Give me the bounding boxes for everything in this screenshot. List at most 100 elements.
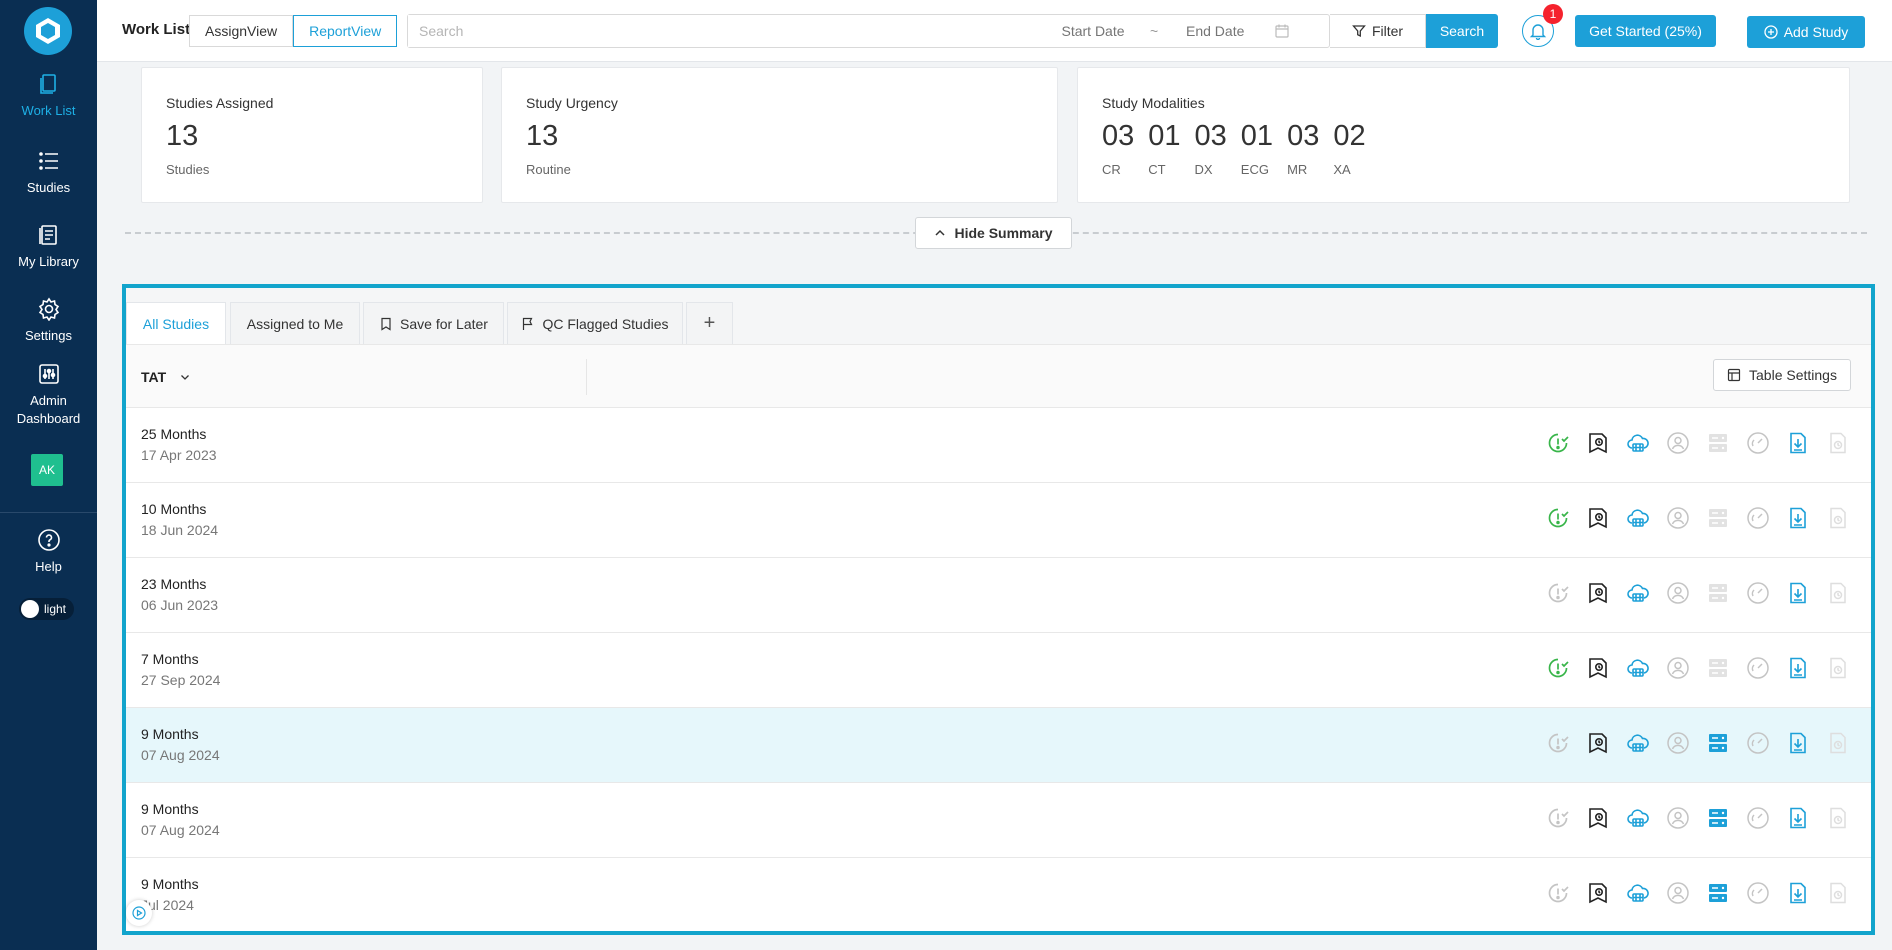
tab-qc-flagged[interactable]: QC Flagged Studies — [507, 302, 683, 344]
sidebar-item-library[interactable]: My Library — [0, 223, 97, 271]
server-icon[interactable] — [1706, 806, 1730, 830]
table-row[interactable]: 10 Months 18 Jun 2024 — [126, 483, 1871, 558]
sidebar-item-help[interactable]: Help — [0, 528, 97, 576]
sidebar-item-studies[interactable]: Studies — [0, 149, 97, 197]
table-row[interactable]: 23 Months 06 Jun 2023 — [126, 558, 1871, 633]
tat-value: 10 Months — [141, 501, 207, 517]
document-icon[interactable] — [1826, 506, 1850, 530]
table-row[interactable]: 25 Months 17 Apr 2023 — [126, 408, 1871, 483]
cloud-archive-icon[interactable] — [1626, 431, 1650, 455]
gauge-icon[interactable] — [1746, 581, 1770, 605]
server-icon[interactable] — [1706, 656, 1730, 680]
modalities-list: 03 CR 01 CT 03 DX 01 ECG 03 MR 02 XA — [1102, 120, 1366, 177]
download-report-icon[interactable] — [1786, 581, 1810, 605]
start-date-field[interactable] — [1048, 23, 1138, 39]
assign-user-icon[interactable] — [1666, 881, 1690, 905]
assign-user-icon[interactable] — [1666, 656, 1690, 680]
cloud-archive-icon[interactable] — [1626, 806, 1650, 830]
download-report-icon[interactable] — [1786, 431, 1810, 455]
table-settings-button[interactable]: Table Settings — [1713, 359, 1851, 391]
tab-all-studies[interactable]: All Studies — [126, 302, 226, 344]
cloud-archive-icon[interactable] — [1626, 881, 1650, 905]
gauge-icon[interactable] — [1746, 431, 1770, 455]
add-tab-button[interactable]: + — [686, 302, 733, 344]
server-icon[interactable] — [1706, 731, 1730, 755]
assign-view-button[interactable]: AssignView — [189, 15, 294, 47]
report-view-button[interactable]: ReportView — [293, 15, 398, 47]
status-clock-icon[interactable] — [1546, 731, 1570, 755]
report-history-icon[interactable] — [1586, 581, 1610, 605]
server-icon[interactable] — [1706, 431, 1730, 455]
download-report-icon[interactable] — [1786, 806, 1810, 830]
report-history-icon[interactable] — [1586, 431, 1610, 455]
gauge-icon[interactable] — [1746, 806, 1770, 830]
report-history-icon[interactable] — [1586, 731, 1610, 755]
status-clock-icon[interactable] — [1546, 656, 1570, 680]
status-clock-icon[interactable] — [1546, 806, 1570, 830]
search-input[interactable] — [408, 15, 1048, 47]
download-report-icon[interactable] — [1786, 881, 1810, 905]
assign-user-icon[interactable] — [1666, 731, 1690, 755]
notification-badge: 1 — [1543, 4, 1563, 24]
gauge-icon[interactable] — [1746, 881, 1770, 905]
status-clock-icon[interactable] — [1546, 431, 1570, 455]
tab-save-for-later[interactable]: Save for Later — [363, 302, 504, 344]
report-history-icon[interactable] — [1586, 806, 1610, 830]
filter-button[interactable]: Filter — [1330, 14, 1426, 48]
document-icon[interactable] — [1826, 431, 1850, 455]
table-row[interactable]: 7 Months 27 Sep 2024 — [126, 633, 1871, 708]
flag-icon — [523, 317, 533, 330]
end-date-field[interactable] — [1170, 23, 1261, 39]
plus-circle-icon — [1764, 25, 1778, 39]
table-row[interactable]: 9 Months 07 Aug 2024 — [126, 708, 1871, 783]
document-icon[interactable] — [1826, 806, 1850, 830]
search-button[interactable]: Search — [1426, 14, 1498, 48]
download-report-icon[interactable] — [1786, 656, 1810, 680]
report-history-icon[interactable] — [1586, 656, 1610, 680]
assign-user-icon[interactable] — [1666, 506, 1690, 530]
download-report-icon[interactable] — [1786, 731, 1810, 755]
gauge-icon[interactable] — [1746, 731, 1770, 755]
app-logo-icon[interactable] — [24, 7, 72, 55]
theme-label: light — [44, 602, 67, 616]
server-icon[interactable] — [1706, 581, 1730, 605]
play-icon[interactable] — [126, 900, 152, 926]
avatar[interactable]: AK — [31, 454, 63, 486]
gauge-icon[interactable] — [1746, 506, 1770, 530]
tab-assigned-to-me[interactable]: Assigned to Me — [230, 302, 360, 344]
calendar-icon[interactable] — [1274, 23, 1290, 39]
download-report-icon[interactable] — [1786, 506, 1810, 530]
sidebar-item-worklist[interactable]: Work List — [0, 72, 97, 120]
document-icon[interactable] — [1826, 581, 1850, 605]
document-icon[interactable] — [1826, 881, 1850, 905]
modality-count: 03 — [1194, 120, 1227, 152]
status-clock-icon[interactable] — [1546, 581, 1570, 605]
table-row[interactable]: 9 Months Jul 2024 — [126, 858, 1871, 931]
hide-summary-button[interactable]: Hide Summary — [915, 217, 1072, 249]
sidebar-item-label: Studies — [26, 180, 71, 195]
document-icon[interactable] — [1826, 731, 1850, 755]
sidebar-item-admin-dashboard[interactable]: Admin Dashboard — [0, 362, 97, 428]
cloud-archive-icon[interactable] — [1626, 506, 1650, 530]
status-clock-icon[interactable] — [1546, 881, 1570, 905]
gauge-icon[interactable] — [1746, 656, 1770, 680]
assign-user-icon[interactable] — [1666, 581, 1690, 605]
status-clock-icon[interactable] — [1546, 506, 1570, 530]
server-icon[interactable] — [1706, 506, 1730, 530]
cloud-archive-icon[interactable] — [1626, 581, 1650, 605]
get-started-button[interactable]: Get Started (25%) — [1575, 15, 1716, 47]
document-icon[interactable] — [1826, 656, 1850, 680]
cloud-archive-icon[interactable] — [1626, 656, 1650, 680]
add-study-button[interactable]: Add Study — [1747, 16, 1865, 48]
cloud-archive-icon[interactable] — [1626, 731, 1650, 755]
report-history-icon[interactable] — [1586, 881, 1610, 905]
assign-user-icon[interactable] — [1666, 431, 1690, 455]
sidebar-item-settings[interactable]: Settings — [0, 297, 97, 345]
modality-count: 01 — [1240, 120, 1274, 152]
tat-column-header[interactable]: TAT — [141, 369, 190, 385]
server-icon[interactable] — [1706, 881, 1730, 905]
table-row[interactable]: 9 Months 07 Aug 2024 — [126, 783, 1871, 858]
theme-toggle[interactable]: light — [19, 598, 75, 620]
assign-user-icon[interactable] — [1666, 806, 1690, 830]
report-history-icon[interactable] — [1586, 506, 1610, 530]
